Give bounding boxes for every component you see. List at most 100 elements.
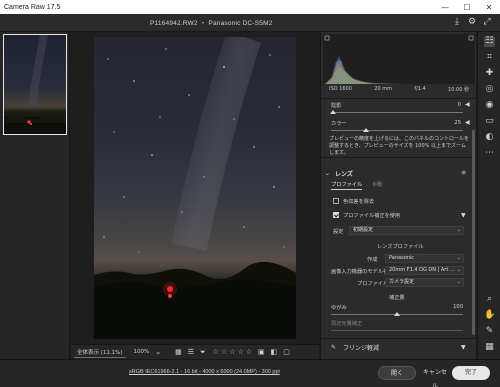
eye-icon[interactable]: ◉: [461, 169, 466, 176]
model-label: 画像入力機器のモデル名: [331, 269, 389, 275]
status-bar: sRGB IEC61966-2.1 - 16 bit - 4000 x 6000…: [0, 359, 500, 387]
shade-slider[interactable]: [331, 112, 463, 113]
shutter-value: 10.00 秒: [448, 87, 469, 93]
histogram-graph: [324, 35, 474, 84]
header-bar: P1164942.RW2 ・ Panasonic DC-S5M2 ⤓ ⚙ ⤢: [0, 14, 500, 32]
more-icon[interactable]: ⋯: [484, 148, 495, 159]
star-icon[interactable]: ☆: [221, 348, 227, 356]
distortion-slider-handle[interactable]: [394, 312, 400, 316]
done-button[interactable]: 完了: [452, 366, 490, 380]
shade-slider-handle[interactable]: [330, 110, 336, 114]
zoom-select[interactable]: 100%: [134, 349, 150, 355]
correction-title: 補正量: [389, 295, 405, 301]
image-canvas[interactable]: [71, 32, 319, 344]
fit-view-button[interactable]: 全体表示 (11.1%): [74, 347, 126, 358]
fringe-section-title[interactable]: フリンジ軽減: [343, 343, 379, 352]
overlay-icon[interactable]: ▢: [283, 348, 290, 356]
tab-manual[interactable]: 手動: [372, 181, 382, 190]
edit-panel: ISO 1600 20 mm f/1.4 10.00 秒 陰影 0 ◀ カラー …: [320, 32, 476, 359]
histogram: [323, 34, 475, 84]
color-sampler-icon[interactable]: ✎: [484, 326, 495, 337]
divider: [321, 98, 476, 99]
aperture-value: f/1.4: [414, 86, 426, 92]
chevron-down-icon[interactable]: ⌄: [155, 348, 161, 356]
filmstrip: [0, 32, 70, 367]
grid-overlay-icon[interactable]: ▦: [484, 342, 495, 353]
sort-icon[interactable]: ☰: [188, 348, 194, 356]
filmstrip-thumbnail[interactable]: [3, 34, 67, 135]
chevron-down-icon[interactable]: ⌄: [325, 170, 330, 177]
star-icon[interactable]: ☆: [246, 348, 252, 356]
snapshot-icon[interactable]: ▭: [484, 116, 495, 127]
star-rating[interactable]: ☆ ☆ ☆ ☆ ☆: [213, 348, 252, 356]
distortion-label: ゆがみ: [331, 305, 347, 311]
star-icon[interactable]: ☆: [213, 348, 219, 356]
hand-icon[interactable]: ✋: [484, 310, 495, 321]
vignette-label: 周辺光量補正: [331, 321, 363, 327]
cancel-button[interactable]: キャンセル: [422, 366, 448, 387]
filter-icon[interactable]: ⏷: [200, 348, 206, 357]
close-button[interactable]: ✕: [478, 3, 500, 12]
setup-select[interactable]: 初期設定 ⌄: [349, 226, 464, 235]
minimize-button[interactable]: —: [434, 3, 456, 12]
lens-profile-title: レンズプロファイル: [377, 244, 424, 250]
profile-value: カメラ設定: [389, 279, 415, 285]
shade-label: 陰影: [331, 103, 342, 109]
crop-icon[interactable]: ⌗: [484, 52, 495, 63]
arrow-left-icon[interactable]: ◀: [465, 101, 470, 108]
setup-label: 設定: [333, 229, 344, 235]
color-label: カラー: [331, 121, 347, 127]
heal-icon[interactable]: ✚: [484, 68, 495, 79]
make-select[interactable]: Panasonic ⌄: [385, 254, 464, 263]
chevron-down-icon: ⌄: [456, 279, 461, 285]
redeye-icon[interactable]: ◉: [484, 100, 495, 111]
window-title: Camera Raw 17.5: [4, 3, 61, 11]
chevron-down-icon: ⌄: [456, 227, 461, 233]
gear-icon[interactable]: ⚙: [467, 17, 477, 27]
main-photo[interactable]: [94, 37, 296, 339]
workflow-options-link[interactable]: sRGB IEC61966-2.1 - 16 bit - 4000 x 6000…: [129, 369, 280, 375]
save-icon[interactable]: ⤓: [452, 17, 462, 27]
before-after-icon[interactable]: ◧: [271, 348, 278, 356]
fullscreen-icon[interactable]: ⤢: [482, 17, 492, 27]
flag-icon[interactable]: ▣: [258, 348, 265, 356]
model-select[interactable]: 20mm F1.4 DG DN | Art ... ⌄: [385, 266, 464, 275]
star-icon[interactable]: ☆: [237, 348, 243, 356]
maximize-button[interactable]: ☐: [456, 3, 478, 12]
shade-value[interactable]: 0: [431, 102, 461, 108]
color-slider-handle[interactable]: [363, 128, 369, 132]
star-icon[interactable]: ☆: [229, 348, 235, 356]
remove-ca-checkbox[interactable]: [333, 198, 339, 204]
thumbnail-image: [4, 35, 66, 134]
color-slider[interactable]: [331, 130, 463, 131]
lens-section-title[interactable]: レンズ: [335, 169, 353, 178]
color-value[interactable]: 25: [431, 120, 461, 126]
divider: [321, 338, 476, 339]
chevron-down-icon[interactable]: ▼: [461, 212, 466, 219]
grid-view-icon[interactable]: ▦: [175, 348, 182, 356]
use-profile-label: プロファイル補正を使用: [343, 213, 401, 219]
make-value: Panasonic: [389, 255, 415, 261]
chevron-down-icon[interactable]: ▼: [461, 344, 466, 351]
use-profile-checkbox[interactable]: [333, 212, 339, 218]
arrow-left-icon[interactable]: ◀: [465, 119, 470, 126]
chevron-down-icon: ⌄: [456, 267, 461, 273]
open-button[interactable]: 開く: [378, 366, 416, 380]
setup-value: 初期設定: [353, 227, 374, 233]
distortion-value[interactable]: 100: [433, 304, 463, 310]
tab-profile[interactable]: プロファイル: [331, 181, 363, 190]
window-titlebar: Camera Raw 17.5 — ☐ ✕: [0, 0, 500, 14]
zoom-icon[interactable]: ⌕: [484, 294, 495, 305]
remove-ca-label: 色収差を除去: [343, 199, 375, 205]
profile-select[interactable]: カメラ設定 ⌄: [385, 278, 464, 287]
tool-strip: ☷ ⌗ ✚ ◎ ◉ ▭ ◐ ⋯ ⌕ ✋ ✎ ▦: [477, 32, 500, 359]
vignette-slider[interactable]: [331, 330, 463, 331]
eyedropper-icon[interactable]: ✎: [331, 344, 336, 351]
preview-note: プレビューの精度を上げるには、このパネルのコントロールを調整するとき、プレビュー…: [329, 136, 470, 156]
iso-value: ISO 1600: [329, 86, 352, 92]
panel-scrollbar[interactable]: [472, 130, 475, 335]
presets-icon[interactable]: ◐: [484, 132, 495, 143]
lens-tabs: プロファイル 手動: [331, 181, 383, 190]
edit-icon[interactable]: ☷: [484, 36, 495, 47]
mask-icon[interactable]: ◎: [484, 84, 495, 95]
